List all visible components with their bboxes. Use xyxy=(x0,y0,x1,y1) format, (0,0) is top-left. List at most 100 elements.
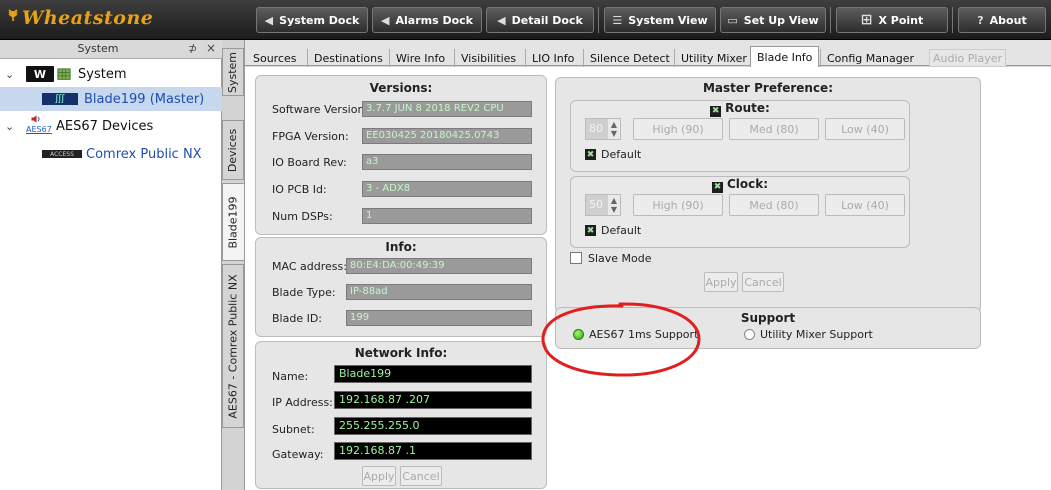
clock-default-checkbox[interactable]: ✖ xyxy=(585,225,596,236)
check-icon: ✖ xyxy=(711,181,723,193)
network-cancel-button[interactable]: Cancel xyxy=(400,466,442,486)
info-group: Info: MAC address: 80:E4:DA:00:49:39 Bla… xyxy=(255,237,547,337)
system-view-icon: ☰ xyxy=(612,13,623,27)
system-view-button[interactable]: ☰ System View xyxy=(604,7,716,33)
versions-group: Versions: Software Version: 3.7.7 JUN 8 … xyxy=(255,75,547,235)
chevron-down-icon[interactable]: ⌄ xyxy=(5,68,14,81)
tab-bar: Sources Destinations Wire Info Visibilit… xyxy=(245,40,1051,67)
route-stepper-value: 80 xyxy=(586,119,608,139)
tree-item-label: Blade199 (Master) xyxy=(84,91,205,107)
route-high-button[interactable]: High (90) xyxy=(633,118,723,140)
detail-dock-button[interactable]: ◀ Detail Dock xyxy=(486,7,594,33)
arrow-left-icon: ◀ xyxy=(497,13,506,27)
route-group: ✖ Route: 80 ▲ ▼ High (90) Med (80) Low (40… xyxy=(570,100,910,172)
stepper-arrows-icon[interactable]: ▲ ▼ xyxy=(608,120,620,138)
wheatnet-icon: W xyxy=(26,66,54,82)
close-icon[interactable]: × xyxy=(206,41,216,55)
ip-address-field[interactable]: 192.168.87 .207 xyxy=(334,391,532,409)
clock-low-button[interactable]: Low (40) xyxy=(825,194,905,216)
mac-address-label: MAC address: xyxy=(272,260,347,273)
io-pcb-id-value: 3 - ADX8 xyxy=(362,181,532,197)
tab-config-manager[interactable]: Config Manager xyxy=(820,49,920,67)
network-info-group: Network Info: Name: Blade199 IP Address:… xyxy=(255,341,547,489)
system-grid-icon xyxy=(57,68,71,80)
clock-stepper[interactable]: 50 ▲ ▼ xyxy=(585,194,621,216)
name-field[interactable]: Blade199 xyxy=(334,365,532,383)
subnet-field[interactable]: 255.255.255.0 xyxy=(334,417,532,435)
main-toolbar: Wheatstone ◀ System Dock ◀ Alarms Dock ◀… xyxy=(0,0,1051,40)
tree-item-label: Comrex Public NX xyxy=(86,146,202,162)
blade-type-label: Blade Type: xyxy=(272,286,336,299)
tab-blade-info[interactable]: Blade Info xyxy=(750,46,820,67)
tab-visibilities[interactable]: Visibilities xyxy=(454,49,522,67)
panel-header: System ⊅ × xyxy=(0,40,222,59)
route-low-button[interactable]: Low (40) xyxy=(825,118,905,140)
route-stepper[interactable]: 80 ▲ ▼ xyxy=(585,118,621,140)
utility-mixer-support-radio[interactable] xyxy=(744,329,755,340)
subnet-label: Subnet: xyxy=(272,423,315,436)
network-apply-button[interactable]: Apply xyxy=(362,466,396,486)
tree-item-comrex-public-nx[interactable]: ACCESS Comrex Public NX xyxy=(0,142,222,166)
toolbar-divider xyxy=(952,7,953,33)
ip-address-label: IP Address: xyxy=(272,396,333,409)
arrow-left-icon: ◀ xyxy=(264,13,274,27)
system-dock-button[interactable]: ◀ System Dock xyxy=(256,7,368,33)
alarms-dock-button[interactable]: ◀ Alarms Dock xyxy=(372,7,482,33)
tree-item-system[interactable]: ⌄ W System xyxy=(0,62,222,86)
tree-item-aes67-devices[interactable]: ⌄ AES67 AES67 Devices xyxy=(0,114,222,138)
route-default-checkbox[interactable]: ✖ xyxy=(585,149,596,160)
clock-group: ✖ Clock: 50 ▲ ▼ High (90) Med (80) Low (40… xyxy=(570,176,910,248)
clock-med-button[interactable]: Med (80) xyxy=(729,194,819,216)
versions-title: Versions: xyxy=(369,81,433,95)
utility-mixer-support-label: Utility Mixer Support xyxy=(760,328,873,341)
master-apply-button[interactable]: Apply xyxy=(704,272,738,292)
tab-utility-mixer[interactable]: Utility Mixer xyxy=(674,49,753,67)
grid-icon: ⊞ xyxy=(860,12,873,28)
clock-high-button[interactable]: High (90) xyxy=(633,194,723,216)
vtab-aes67-comrex[interactable]: AES67 - Comrex Public NX xyxy=(222,264,244,428)
check-icon: ✖ xyxy=(710,105,722,117)
tab-sources[interactable]: Sources xyxy=(247,49,303,67)
clock-stepper-value: 50 xyxy=(586,195,608,215)
speaker-icon xyxy=(31,115,40,123)
arrow-left-icon: ◀ xyxy=(381,13,390,27)
x-point-button[interactable]: ⊞ X Point xyxy=(836,7,948,33)
blade-id-label: Blade ID: xyxy=(272,312,323,325)
tree-item-label: AES67 Devices xyxy=(56,118,154,134)
tab-silence-detect[interactable]: Silence Detect xyxy=(583,49,676,67)
aes67-text: AES67 xyxy=(26,125,52,134)
tab-destinations[interactable]: Destinations xyxy=(307,49,389,67)
master-preference-title: Master Preference: xyxy=(702,81,833,95)
master-preference-group: Master Preference: ✖ Route: 80 ▲ ▼ High (9… xyxy=(555,77,981,313)
tab-audio-player[interactable]: Audio Player xyxy=(929,49,1006,67)
num-dsps-label: Num DSPs: xyxy=(272,210,333,223)
chevron-down-icon[interactable]: ⌄ xyxy=(5,120,14,133)
tab-lio-info[interactable]: LIO Info xyxy=(525,49,580,67)
tree-item-blade199[interactable]: ʃʃʃ Blade199 (Master) xyxy=(0,87,222,111)
route-med-button[interactable]: Med (80) xyxy=(729,118,819,140)
io-board-rev-label: IO Board Rev: xyxy=(272,156,347,169)
brand-logo: Wheatstone xyxy=(22,7,154,29)
blade-type-value: IP-88ad xyxy=(346,284,532,300)
vtab-devices[interactable]: Devices xyxy=(222,120,244,180)
vtab-blade199[interactable]: Blade199 xyxy=(222,183,244,261)
about-button[interactable]: ? About xyxy=(958,7,1046,33)
slave-mode-checkbox[interactable] xyxy=(570,252,582,264)
io-board-rev-value: a3 xyxy=(362,154,532,170)
annotation-ellipse xyxy=(541,302,701,377)
fpga-version-value: EE030425 20180425.0743 xyxy=(362,128,532,144)
software-version-value: 3.7.7 JUN 8 2018 REV2 CPU xyxy=(362,101,532,117)
io-pcb-id-label: IO PCB Id: xyxy=(272,183,327,196)
vtab-system[interactable]: System xyxy=(222,48,244,96)
fpga-version-label: FPGA Version: xyxy=(272,130,349,143)
wheat-logo-icon xyxy=(8,9,18,21)
master-cancel-button[interactable]: Cancel xyxy=(742,272,784,292)
tab-wire-info[interactable]: Wire Info xyxy=(389,49,451,67)
stepper-arrows-icon[interactable]: ▲ ▼ xyxy=(608,196,620,214)
gateway-field[interactable]: 192.168.87 .1 xyxy=(334,442,532,460)
device-icon: ACCESS xyxy=(42,150,82,158)
toolbar-divider xyxy=(830,7,831,33)
set-up-view-button[interactable]: ▭ Set Up View xyxy=(720,7,826,33)
pin-icon[interactable]: ⊅ xyxy=(188,42,197,55)
mac-address-value: 80:E4:DA:00:49:39 xyxy=(346,258,532,274)
